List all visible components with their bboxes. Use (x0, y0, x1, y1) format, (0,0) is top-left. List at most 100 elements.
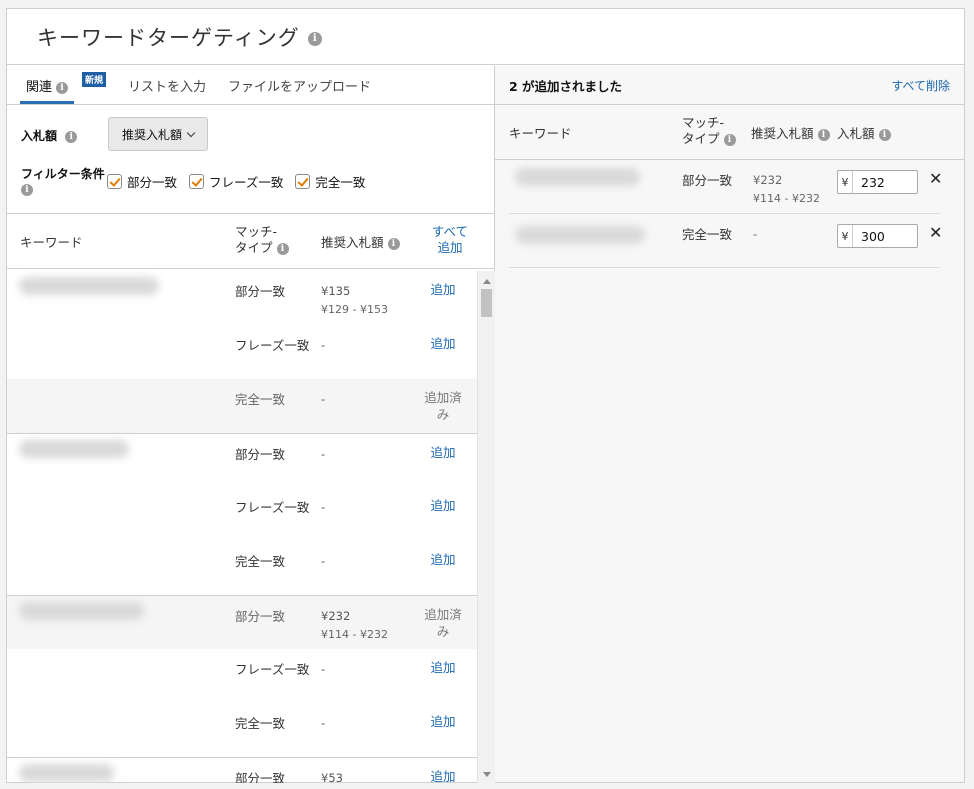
keyword-redacted (19, 277, 159, 295)
bid-value: ¥232 (321, 609, 351, 623)
table-row: フレーズ一致 - 追加 (7, 325, 477, 379)
bid-type-selected: 推奨入札額 (121, 127, 182, 142)
add-button[interactable]: 追加 (419, 444, 467, 461)
suggested-bid: ¥232 ¥114 - ¥232 (321, 607, 388, 644)
added-row: 完全一致 - ¥ ✕ (509, 214, 942, 268)
info-icon[interactable]: i (387, 237, 400, 250)
info-icon[interactable]: i (21, 184, 33, 196)
filter-label: フィルター条件 i (21, 167, 105, 196)
suggestions-panel: 関連 i 新規 リストを入力 ファイルをアップロード 入札額 i 推奨入札額 フィ… (7, 66, 495, 783)
added-row: 部分一致 ¥232 ¥114 - ¥232 ¥ ✕ (509, 160, 942, 214)
bid-type-dropdown[interactable]: 推奨入札額 (108, 117, 208, 151)
currency-symbol: ¥ (838, 171, 853, 193)
info-icon[interactable]: i (65, 130, 78, 143)
scrollbar[interactable] (477, 271, 495, 783)
card-header: キーワードターゲティング i (7, 9, 964, 65)
table-row: 完全一致 - 追加 (7, 703, 477, 757)
tab-upload-file[interactable]: ファイルをアップロード (222, 76, 377, 104)
bid-input[interactable] (861, 174, 917, 190)
info-icon[interactable]: i (56, 81, 69, 94)
add-button[interactable]: 追加 (419, 551, 467, 568)
table-row: フレーズ一致 - 追加 (7, 487, 477, 541)
remove-all-button[interactable]: すべて削除 (891, 77, 950, 94)
bid-field[interactable]: ¥ (837, 170, 918, 194)
bid-value: - (321, 447, 326, 461)
scroll-down-icon[interactable] (483, 772, 491, 777)
info-icon[interactable]: i (307, 31, 322, 46)
filter-phrase-checkbox[interactable]: フレーズ一致 (189, 172, 283, 191)
col-suggested-bid: 推奨入札額 i (751, 123, 830, 142)
bid-label: 入札額 i (21, 127, 78, 144)
col-bid-label: 入札額 (837, 126, 875, 141)
add-button[interactable]: 追加 (419, 497, 467, 514)
add-button[interactable]: 追加 (419, 713, 467, 730)
match-type: 完全一致 (235, 392, 286, 407)
checkbox-checked-icon[interactable] (295, 174, 311, 189)
bid-input[interactable] (861, 228, 917, 244)
bid-value: - (321, 662, 326, 676)
filter-exact-label: 完全一致 (315, 175, 366, 190)
table-row: 部分一致 ¥232 ¥114 - ¥232 追加済み (7, 595, 477, 649)
add-button[interactable]: 追加 (419, 335, 467, 352)
keyword-redacted (515, 226, 645, 244)
match-type: フレーズ一致 (235, 662, 310, 677)
bid-value: - (321, 338, 326, 352)
chevron-down-icon (186, 128, 196, 137)
add-all-line2: 追加 (437, 240, 463, 255)
table-row: 完全一致 - 追加済み (7, 379, 477, 433)
suggested-bid: ¥135 ¥129 - ¥153 (321, 282, 388, 319)
col-keyword: キーワード (20, 235, 83, 250)
added-status-line2: み (436, 407, 450, 422)
table-row: フレーズ一致 - 追加 (7, 649, 477, 703)
match-type: 完全一致 (235, 716, 286, 731)
bid-range: ¥114 - ¥232 (321, 628, 388, 641)
match-type: 部分一致 (235, 771, 286, 783)
col-suggested-bid-label: 推奨入札額 (751, 126, 814, 141)
table-row: 部分一致 - 追加 (7, 433, 477, 487)
col-match-type-line2: タイプ (235, 240, 273, 255)
col-suggested-bid: 推奨入札額 i (321, 232, 400, 251)
info-icon[interactable]: i (723, 133, 736, 146)
checkbox-checked-icon[interactable] (107, 174, 122, 189)
match-type: フレーズ一致 (235, 338, 310, 353)
table-row: 部分一致 ¥135 ¥129 - ¥153 追加 (7, 271, 477, 325)
add-button[interactable]: 追加 (419, 281, 467, 298)
bid-value: - (321, 392, 326, 406)
keyword-redacted (19, 440, 129, 458)
col-match-type: マッチ- タイプ i (235, 224, 289, 256)
match-type: 部分一致 (235, 447, 286, 462)
bid-value: ¥135 (321, 284, 351, 298)
info-icon[interactable]: i (817, 128, 830, 141)
col-match-type-line1: マッチ- (682, 115, 725, 130)
filter-phrase-label: フレーズ一致 (209, 175, 284, 190)
bid-field[interactable]: ¥ (837, 224, 918, 248)
added-table-header: キーワード マッチ- タイプ i 推奨入札額 i 入札額 i (495, 105, 964, 160)
added-status: 追加済み (419, 389, 467, 423)
scroll-up-icon[interactable] (483, 279, 491, 284)
checkbox-checked-icon[interactable] (189, 174, 205, 189)
close-icon[interactable]: ✕ (929, 225, 942, 241)
tab-bar: 関連 i 新規 リストを入力 ファイルをアップロード (7, 66, 494, 105)
keyword-targeting-card: キーワードターゲティング i 関連 i 新規 リストを入力 ファイルをアップロード… (6, 8, 965, 783)
filter-broad-checkbox[interactable]: 部分一致 (107, 172, 177, 191)
add-button[interactable]: 追加 (419, 659, 467, 676)
close-icon[interactable]: ✕ (929, 171, 942, 187)
add-button[interactable]: 追加 (419, 768, 467, 783)
col-match-type-line2: タイプ (682, 131, 720, 146)
add-all-button[interactable]: すべて 追加 (427, 224, 473, 256)
match-type: 部分一致 (235, 284, 286, 299)
info-icon[interactable]: i (276, 242, 289, 255)
info-icon[interactable]: i (878, 128, 891, 141)
match-type: 完全一致 (682, 227, 733, 242)
match-type: 完全一致 (235, 554, 286, 569)
filter-exact-checkbox[interactable]: 完全一致 (295, 172, 365, 191)
bid-range: ¥114 - ¥232 (753, 192, 820, 205)
scrollbar-thumb[interactable] (481, 289, 492, 317)
tab-enter-list[interactable]: リストを入力 (122, 76, 212, 104)
match-type: フレーズ一致 (235, 500, 310, 515)
col-match-type: マッチ- タイプ i (682, 115, 736, 147)
col-bid: 入札額 i (837, 123, 891, 142)
keyword-redacted (19, 602, 144, 620)
tab-related[interactable]: 関連 i 新規 (20, 72, 107, 104)
col-suggested-bid-label: 推奨入札額 (321, 235, 384, 250)
